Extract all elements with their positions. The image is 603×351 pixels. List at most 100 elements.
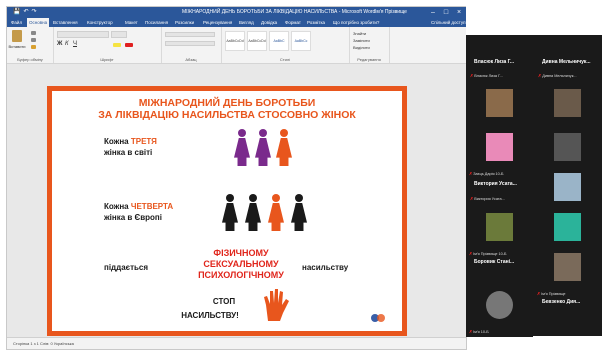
user-name[interactable]: Ім'я Прізвище xyxy=(375,7,407,18)
hand-icon xyxy=(264,289,289,321)
editing-group: Знайти Замінити Виділити Редагування xyxy=(349,27,390,63)
copy-icon[interactable] xyxy=(31,38,36,42)
document-area[interactable]: МІЖНАРОДНИЙ ДЕНЬ БОРОТЬБИ ЗА ЛІКВІДАЦІЮ … xyxy=(7,64,466,337)
participant-avatar xyxy=(486,213,513,241)
tab-help[interactable]: Довідка xyxy=(261,18,277,27)
maximize-icon[interactable]: □ xyxy=(440,7,452,18)
tab-markup[interactable]: Розмітка xyxy=(307,18,325,27)
participant-name[interactable]: Дивна Мельничук... xyxy=(542,59,591,65)
violence-word: насильству xyxy=(302,263,349,272)
close-icon[interactable]: × xyxy=(453,7,465,18)
font-name-select[interactable] xyxy=(57,31,109,38)
underline-button[interactable]: Ч xyxy=(73,41,77,47)
tab-design[interactable]: Конструктор xyxy=(87,18,113,27)
participant-tile[interactable]: ✗ Заєць Дарія 10-Б xyxy=(466,127,533,179)
tab-insert[interactable]: Вставлення xyxy=(53,18,78,27)
participant-avatar xyxy=(486,133,513,161)
status-bar: Сторінка 1 з 1 Слів: 0 Українська xyxy=(7,337,466,349)
participant-tile[interactable]: ✗ Ім'я Прізвище xyxy=(534,247,601,299)
format-painter-icon[interactable] xyxy=(31,45,36,49)
status-text: Сторінка 1 з 1 Слів: 0 Українська xyxy=(13,341,74,346)
violence-form-2: СЕКСУАЛЬНОМУ xyxy=(203,259,279,269)
tab-mailings[interactable]: Розсилки xyxy=(175,18,194,27)
mic-muted-icon: ✗ xyxy=(538,74,542,78)
stop-text-line-1: СТОП xyxy=(212,297,236,306)
mic-muted-icon: ✗ xyxy=(469,330,473,334)
clipboard-group: Вставити Буфер обміну xyxy=(7,27,54,63)
style-no-spacing[interactable]: AaBbCcDd xyxy=(247,31,267,51)
mic-muted-icon: ✗ xyxy=(469,252,473,256)
participant-avatar xyxy=(486,291,513,319)
italic-button[interactable]: К xyxy=(65,41,69,47)
style-heading-2[interactable]: AaBbCc xyxy=(291,31,311,51)
bold-button[interactable]: Ж xyxy=(57,41,62,47)
paragraph-group: Абзац xyxy=(161,27,222,63)
font-group: Ж К Ч Шрифт xyxy=(53,27,162,63)
tab-view[interactable]: Вигляд xyxy=(239,18,254,27)
participant-avatar xyxy=(486,89,513,117)
tab-file[interactable]: Файл xyxy=(11,18,22,27)
mic-muted-icon: ✗ xyxy=(470,197,474,201)
mic-muted-icon: ✗ xyxy=(470,74,474,78)
participant-label: ✗ Ім'я 10-Б xyxy=(469,330,489,334)
style-heading-1[interactable]: AaBbC xyxy=(269,31,289,51)
participant-name[interactable]: Виктория Усата... xyxy=(474,181,517,187)
tab-review[interactable]: Рецензування xyxy=(203,18,232,27)
font-color-icon[interactable] xyxy=(125,43,133,47)
styles-group: AaBbCcDd AaBbCcDd AaBbC AaBbCc Стилі xyxy=(221,27,350,63)
participant-tile[interactable]: ✗ Ім'я 10-Б xyxy=(466,285,533,337)
participant-name[interactable]: Власюк Лиза Г... xyxy=(474,59,514,65)
mic-muted-icon: ✗ xyxy=(537,292,541,296)
poster-title-line-1: МІЖНАРОДНИЙ ДЕНЬ БОРОТЬБИ xyxy=(138,97,316,109)
participant-avatar xyxy=(554,173,581,201)
subjected-text: піддається xyxy=(104,263,149,272)
style-normal[interactable]: AaBbCcDd xyxy=(225,31,245,51)
panel-top-blank xyxy=(466,6,602,35)
poster-content: МІЖНАРОДНИЙ ДЕНЬ БОРОТЬБИ ЗА ЛІКВІДАЦІЮ … xyxy=(52,91,402,331)
tab-layout[interactable]: Макет xyxy=(125,18,138,27)
participant-label: ✗ Заєць Дарія 10-Б xyxy=(469,172,504,176)
document-title: МІЖНАРОДНИЙ ДЕНЬ БОРОТЬБИ ЗА ЛІКВІДАЦІЮ … xyxy=(182,9,376,15)
quick-access-icons[interactable]: 💾↶↷ xyxy=(13,7,40,18)
tab-format[interactable]: Формат xyxy=(285,18,301,27)
participant-name[interactable]: Бевзенко Дия... xyxy=(542,299,580,305)
stop-text-line-2: НАСИЛЬСТВУ! xyxy=(181,311,239,320)
list-buttons[interactable] xyxy=(165,32,215,37)
font-group-label: Шрифт xyxy=(100,57,114,62)
poster-image: МІЖНАРОДНИЙ ДЕНЬ БОРОТЬБИ ЗА ЛІКВІДАЦІЮ … xyxy=(47,86,407,336)
font-size-select[interactable] xyxy=(111,31,127,38)
paste-button[interactable]: Вставити xyxy=(8,44,26,49)
stat-third-line-2: жінка в світі xyxy=(104,148,153,157)
participant-avatar xyxy=(554,213,581,241)
title-bar: 💾↶↷ МІЖНАРОДНИЙ ДЕНЬ БОРОТЬБИ ЗА ЛІКВІДА… xyxy=(7,7,466,18)
word-window: 💾↶↷ МІЖНАРОДНИЙ ДЕНЬ БОРОТЬБИ ЗА ЛІКВІДА… xyxy=(6,6,467,350)
mic-muted-icon: ✗ xyxy=(469,172,473,176)
find-button[interactable]: Знайти xyxy=(353,31,366,36)
tab-home[interactable]: Основна xyxy=(27,18,50,27)
stat-third-line-1: Кожна ТРЕТЯ xyxy=(104,137,157,146)
replace-button[interactable]: Замінити xyxy=(353,38,370,43)
styles-group-label: Стилі xyxy=(279,57,291,62)
clipboard-group-label: Буфер обміну xyxy=(17,57,43,62)
ribbon-tabs: Файл Основна Вставлення Конструктор Маке… xyxy=(7,18,466,27)
stat-fourth-line-1: Кожна ЧЕТВЕРТА xyxy=(104,202,174,211)
paragraph-group-label: Абзац xyxy=(185,57,197,62)
select-button[interactable]: Виділити xyxy=(353,45,370,50)
participant-avatar xyxy=(554,89,581,117)
stat-fourth-line-2: жінка в Європі xyxy=(104,213,162,222)
highlight-color-icon[interactable] xyxy=(113,43,121,47)
minimize-icon[interactable]: – xyxy=(427,7,439,18)
participant-label: ✗ Ім'я Прізвище xyxy=(537,292,566,296)
align-buttons[interactable] xyxy=(165,41,215,46)
participant-name[interactable]: Боровик Стані... xyxy=(474,259,514,265)
tab-references[interactable]: Посилання xyxy=(145,18,168,27)
share-button[interactable]: Спільний доступ xyxy=(431,18,466,27)
paste-icon[interactable] xyxy=(12,30,22,42)
editing-group-label: Редагування xyxy=(357,57,381,62)
organization-logo-icon xyxy=(371,314,385,322)
participants-panel: Власюк Лиза Г... ✗ Власюк Лиза Г... Дивн… xyxy=(466,35,602,337)
cut-icon[interactable] xyxy=(31,31,36,35)
participant-tile[interactable]: ✗ Ім'я Прізвище 10-Б xyxy=(466,207,533,259)
tell-me-search[interactable]: Що потрібно зробити? xyxy=(333,18,379,27)
participant-avatar xyxy=(554,253,581,281)
